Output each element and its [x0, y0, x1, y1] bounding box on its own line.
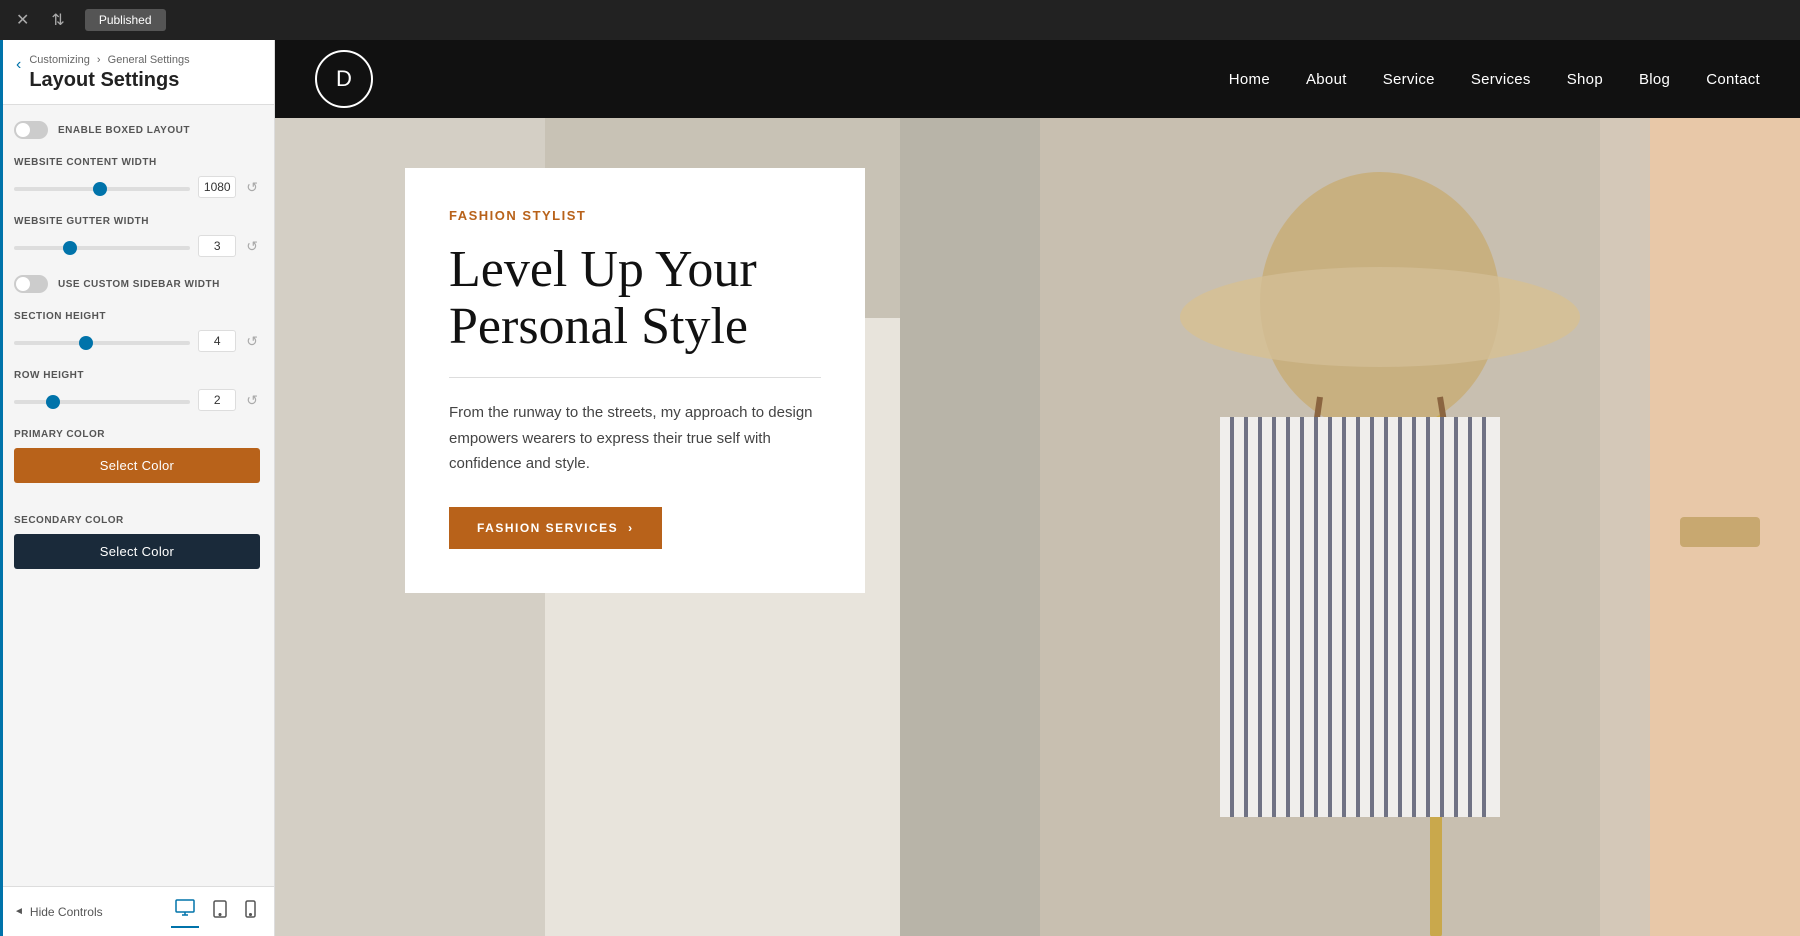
tablet-view-button[interactable] [209, 895, 231, 928]
nav-blog[interactable]: Blog [1639, 71, 1670, 88]
row-height-label: ROW HEIGHT [14, 370, 260, 381]
hero-section: FASHION STYLIST Level Up Your Personal S… [275, 118, 1800, 936]
nav-home[interactable]: Home [1229, 71, 1270, 88]
section-height-reset[interactable]: ↺ [244, 333, 260, 350]
row-height-input[interactable]: 2 [198, 389, 236, 411]
row-height-reset[interactable]: ↺ [244, 392, 260, 409]
hero-divider [449, 377, 821, 378]
nav-shop[interactable]: Shop [1567, 71, 1603, 88]
content-width-slider-wrapper [14, 178, 190, 196]
breadcrumb: Customizing › General Settings [29, 54, 258, 66]
gutter-width-slider[interactable] [14, 246, 190, 250]
content-width-slider-row: 1080 ↺ [14, 176, 260, 198]
breadcrumb-parent: Customizing [29, 54, 90, 66]
site-nav: Home About Service Services Shop Blog Co… [1229, 71, 1760, 88]
gutter-width-reset[interactable]: ↺ [244, 238, 260, 255]
hero-title-line1: Level Up Your [449, 241, 757, 298]
desktop-view-button[interactable] [171, 895, 199, 928]
hero-tag: FASHION STYLIST [449, 208, 821, 223]
content-width-reset[interactable]: ↺ [244, 179, 260, 196]
section-height-slider-row: 4 ↺ [14, 330, 260, 352]
hide-controls-arrow-icon: ◄ [14, 906, 24, 917]
tablet-icon [213, 900, 227, 918]
hero-card: FASHION STYLIST Level Up Your Personal S… [405, 168, 865, 593]
hero-photo-area [900, 118, 1800, 936]
primary-color-button[interactable]: Select Color [14, 448, 260, 483]
row-height-slider-wrapper [14, 391, 190, 409]
hide-controls-label: Hide Controls [30, 905, 103, 919]
custom-sidebar-label: USE CUSTOM SIDEBAR WIDTH [58, 279, 220, 290]
close-button[interactable]: ✕ [10, 6, 35, 34]
page-title: Layout Settings [29, 69, 258, 92]
main-area: ‹ Customizing › General Settings Layout … [0, 40, 1800, 936]
row-height-slider[interactable] [14, 400, 190, 404]
section-height-input[interactable]: 4 [198, 330, 236, 352]
enable-boxed-label: ENABLE BOXED LAYOUT [58, 125, 190, 136]
hero-image-svg [900, 118, 1800, 936]
primary-color-label: PRIMARY COLOR [14, 429, 260, 440]
nav-services[interactable]: Services [1471, 71, 1531, 88]
content-width-input[interactable]: 1080 [198, 176, 236, 198]
top-bar: ✕ ⇅ Published [0, 0, 1800, 40]
hide-controls-button[interactable]: ◄ Hide Controls [14, 905, 103, 919]
enable-boxed-toggle-row: ENABLE BOXED LAYOUT [14, 121, 260, 139]
gutter-width-slider-row: 3 ↺ [14, 235, 260, 257]
hero-description: From the runway to the streets, my appro… [449, 400, 821, 477]
content-width-group: WEBSITE CONTENT WIDTH 1080 ↺ [14, 157, 260, 198]
row-height-slider-row: 2 ↺ [14, 389, 260, 411]
content-width-slider[interactable] [14, 187, 190, 191]
section-height-group: SECTION HEIGHT 4 ↺ [14, 311, 260, 352]
hero-cta-label: FASHION SERVICES [477, 521, 618, 535]
row-height-group: ROW HEIGHT 2 ↺ [14, 370, 260, 411]
desktop-icon [175, 899, 195, 917]
site-navbar: D Home About Service Services Shop Blog … [275, 40, 1800, 118]
hero-cta-button[interactable]: FASHION SERVICES › [449, 507, 662, 549]
custom-sidebar-toggle-row: USE CUSTOM SIDEBAR WIDTH [14, 275, 260, 293]
arrows-button[interactable]: ⇅ [45, 6, 70, 34]
published-button[interactable]: Published [85, 9, 166, 31]
secondary-color-label: SECONDARY COLOR [14, 515, 260, 526]
mobile-icon [245, 900, 256, 918]
gutter-width-label: WEBSITE GUTTER WIDTH [14, 216, 260, 227]
sidebar-panel: ‹ Customizing › General Settings Layout … [0, 40, 275, 936]
hero-title: Level Up Your Personal Style [449, 241, 821, 355]
gutter-width-input[interactable]: 3 [198, 235, 236, 257]
breadcrumb-sep: › [97, 54, 101, 66]
enable-boxed-toggle[interactable] [14, 121, 48, 139]
sidebar-header: ‹ Customizing › General Settings Layout … [0, 40, 274, 105]
sidebar-active-indicator [0, 40, 3, 936]
section-height-slider[interactable] [14, 341, 190, 345]
gutter-width-slider-wrapper [14, 237, 190, 255]
section-height-label: SECTION HEIGHT [14, 311, 260, 322]
section-height-slider-wrapper [14, 332, 190, 350]
hero-title-line2: Personal Style [449, 298, 748, 355]
back-button[interactable]: ‹ [16, 56, 21, 74]
content-width-label: WEBSITE CONTENT WIDTH [14, 157, 260, 168]
site-logo: D [315, 50, 373, 108]
secondary-color-group: SECONDARY COLOR Select Color [14, 515, 260, 583]
mobile-view-button[interactable] [241, 895, 260, 928]
nav-service[interactable]: Service [1383, 71, 1435, 88]
custom-sidebar-toggle[interactable] [14, 275, 48, 293]
secondary-color-button[interactable]: Select Color [14, 534, 260, 569]
nav-contact[interactable]: Contact [1706, 71, 1760, 88]
sidebar-bottom-bar: ◄ Hide Controls [0, 886, 274, 936]
preview-area: D Home About Service Services Shop Blog … [275, 40, 1800, 936]
breadcrumb-child: General Settings [108, 54, 190, 66]
sidebar-content: ENABLE BOXED LAYOUT WEBSITE CONTENT WIDT… [0, 105, 274, 886]
gutter-width-group: WEBSITE GUTTER WIDTH 3 ↺ [14, 216, 260, 257]
sidebar-header-text: Customizing › General Settings Layout Se… [29, 54, 258, 92]
logo-letter: D [336, 66, 352, 92]
view-icons-group [171, 895, 260, 928]
nav-about[interactable]: About [1306, 71, 1347, 88]
primary-color-group: PRIMARY COLOR Select Color [14, 429, 260, 497]
hero-cta-arrow-icon: › [628, 521, 634, 535]
